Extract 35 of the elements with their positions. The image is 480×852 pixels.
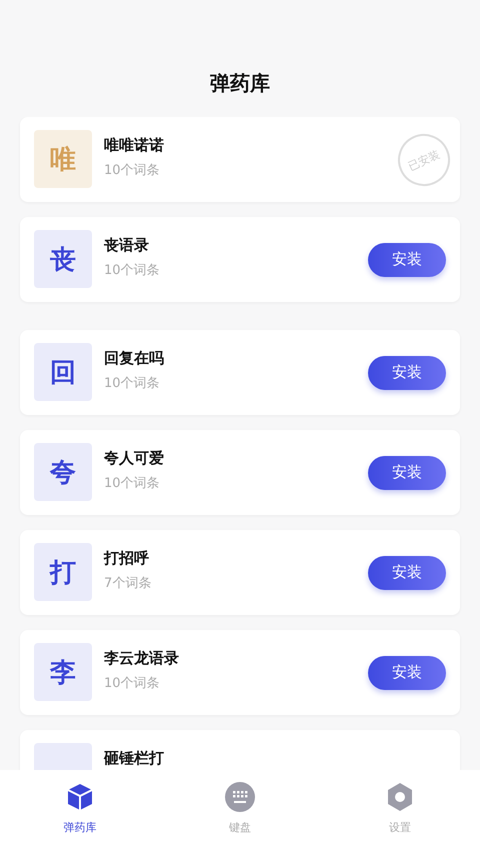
item-count: 7个词条 <box>104 575 152 592</box>
keyboard-icon <box>225 782 255 812</box>
item-count: 10个词条 <box>104 375 161 392</box>
item-name: 砸锤栏打 <box>104 749 165 768</box>
card[interactable]: 李 李云龙语录 10个词条 安装 <box>20 630 460 715</box>
card[interactable]: 回 回复在吗 10个词条 安装 <box>20 330 460 415</box>
item-count: 10个词条 <box>104 675 161 692</box>
item-count: 10个词条 <box>104 162 161 179</box>
card[interactable]: 打 打招呼 7个词条 安装 <box>20 530 460 615</box>
avatar-tile: 唯 <box>34 130 92 188</box>
avatar-tile: 夸 <box>34 443 92 501</box>
card[interactable]: 丧 丧语录 10个词条 安装 <box>20 217 460 302</box>
settings-icon <box>385 782 415 812</box>
install-button[interactable]: 安装 <box>368 242 446 276</box>
item-count: 10个词条 <box>104 475 161 492</box>
item-count: 10个词条 <box>104 262 161 279</box>
item-name: 夸人可爱 <box>104 449 165 468</box>
avatar-tile: 丧 <box>34 230 92 288</box>
item-name: 打招呼 <box>104 549 150 568</box>
item-name: 丧语录 <box>104 236 150 255</box>
install-button[interactable]: 安装 <box>368 656 446 690</box>
card[interactable]: 砸锤栏打 <box>20 730 460 770</box>
cube-icon <box>65 782 95 812</box>
install-button[interactable]: 安装 <box>368 456 446 490</box>
install-button[interactable]: 安装 <box>368 556 446 590</box>
avatar-tile: 李 <box>34 643 92 701</box>
avatar-tile: 打 <box>34 543 92 601</box>
item-name: 唯唯诺诺 <box>104 136 165 155</box>
install-button[interactable]: 安装 <box>368 356 446 390</box>
item-name: 李云龙语录 <box>104 649 180 668</box>
item-name: 回复在吗 <box>104 349 165 368</box>
card[interactable]: 夸 夸人可爱 10个词条 安装 <box>20 430 460 515</box>
nav-tab[interactable]: 弹药库 <box>0 770 160 852</box>
page-title: 弹药库 <box>210 70 270 97</box>
avatar-tile: 回 <box>34 343 92 401</box>
